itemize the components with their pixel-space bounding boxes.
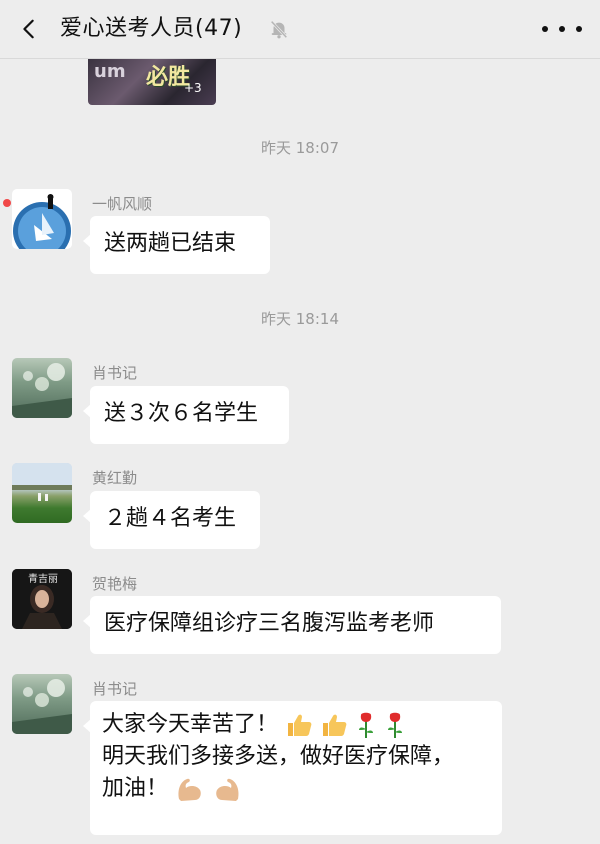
flexed-biceps-emoji bbox=[216, 778, 239, 801]
unread-dot bbox=[3, 199, 11, 207]
image-message-thumbnail[interactable]: um 必胜 +3 bbox=[88, 59, 216, 105]
avatar[interactable] bbox=[12, 358, 72, 418]
rose-emoji bbox=[359, 712, 374, 738]
sender-name: 黄红勤 bbox=[92, 469, 138, 487]
message-text: 加油！ bbox=[102, 776, 169, 801]
bell-off-icon bbox=[270, 20, 288, 39]
flexed-biceps-emoji bbox=[178, 778, 201, 801]
thumbs-up-emoji bbox=[323, 714, 347, 736]
message-bubble[interactable]: 送两趟已结束 bbox=[83, 216, 270, 274]
chevron-left-icon bbox=[23, 19, 34, 39]
chat-message-list[interactable]: um 必胜 +3 昨天 18:07 一帆风顺 送两趟已结束 昨天 18:14 肖… bbox=[0, 59, 600, 844]
sender-name: 肖书记 bbox=[92, 364, 138, 382]
message-bubble[interactable]: 大家今天幸苦了！ 明天我们多接多送，做好医疗保障， 加油！ bbox=[83, 701, 502, 835]
chat-title[interactable]: 爱心送考人员(47) bbox=[60, 0, 242, 58]
avatar[interactable] bbox=[12, 463, 72, 523]
sender-name: 一帆风顺 bbox=[92, 195, 153, 213]
timestamp: 昨天 18:07 bbox=[261, 139, 339, 157]
rose-emoji bbox=[388, 712, 403, 738]
avatar-caption: 青吉丽 bbox=[28, 574, 58, 585]
avatar[interactable] bbox=[12, 674, 72, 734]
message-text: 大家今天幸苦了！ bbox=[102, 712, 279, 737]
more-dots-icon bbox=[542, 26, 548, 32]
message-text: ２趟４名考生 bbox=[104, 506, 237, 531]
avatar[interactable] bbox=[12, 189, 72, 249]
back-button[interactable] bbox=[14, 14, 44, 44]
message-bubble[interactable]: 送３次６名学生 bbox=[83, 386, 289, 444]
message-bubble[interactable]: 医疗保障组诊疗三名腹泻监考老师 bbox=[83, 596, 501, 654]
sailboat-avatar-icon bbox=[13, 194, 71, 249]
more-options-button[interactable] bbox=[542, 14, 582, 44]
message-text: 送两趟已结束 bbox=[104, 231, 237, 256]
sender-name: 贺艳梅 bbox=[92, 575, 138, 593]
avatar[interactable]: 青吉丽 bbox=[12, 569, 72, 629]
timestamp: 昨天 18:14 bbox=[261, 310, 339, 328]
chat-header: 爱心送考人员(47) bbox=[0, 0, 600, 59]
message-text: 医疗保障组诊疗三名腹泻监考老师 bbox=[104, 611, 435, 636]
message-bubble[interactable]: ２趟４名考生 bbox=[83, 491, 260, 549]
message-text: 送３次６名学生 bbox=[104, 401, 259, 426]
message-text: 明天我们多接多送，做好医疗保障， bbox=[102, 744, 455, 769]
sender-name: 肖书记 bbox=[92, 680, 138, 698]
thumbs-up-emoji bbox=[288, 714, 312, 736]
